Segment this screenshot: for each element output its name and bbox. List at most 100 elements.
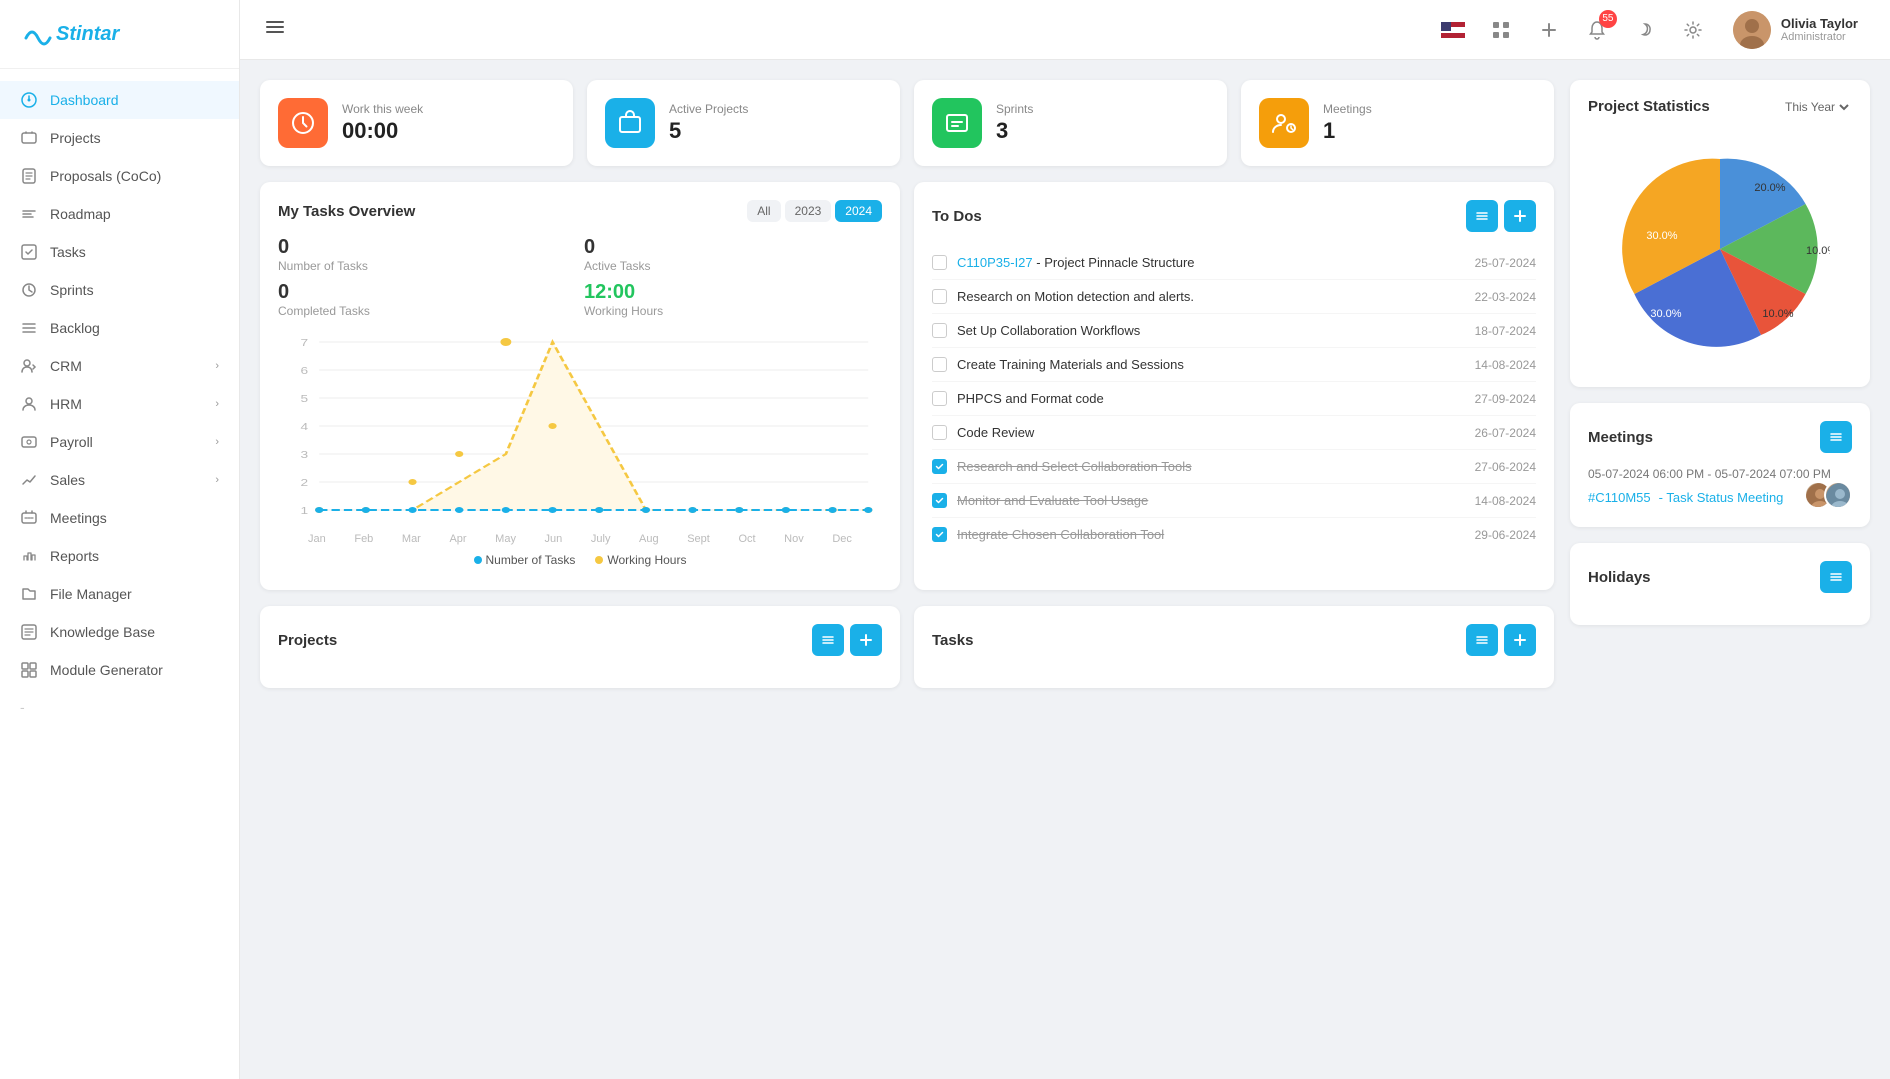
month-july: July xyxy=(591,533,611,545)
todo-item-1: Research on Motion detection and alerts.… xyxy=(932,280,1536,314)
sales-icon xyxy=(20,471,38,489)
sidebar-item-dashboard[interactable]: Dashboard xyxy=(0,81,239,119)
todo-date-5: 26-07-2024 xyxy=(1475,426,1536,440)
tasks-card: Tasks xyxy=(914,606,1554,688)
todo-checkbox-4[interactable] xyxy=(932,391,947,406)
content-main: Work this week 00:00 Active Projects 5 xyxy=(260,80,1554,1059)
file-manager-icon xyxy=(20,585,38,603)
month-sept: Sept xyxy=(687,533,710,545)
notification-icon[interactable]: 55 xyxy=(1581,14,1613,46)
todo-checkbox-0[interactable] xyxy=(932,255,947,270)
hamburger-button[interactable] xyxy=(264,16,286,43)
pie-chart: 20.0% 10.0% 10.0% 30.0% 30.0% xyxy=(1588,129,1852,369)
payroll-icon xyxy=(20,433,38,451)
svg-text:20.0%: 20.0% xyxy=(1754,182,1785,194)
meeting-title-0: #C110M55 - Task Status Meeting xyxy=(1588,490,1783,505)
tasks-add-btn[interactable] xyxy=(1504,624,1536,656)
theme-icon[interactable] xyxy=(1629,14,1661,46)
svg-text:2: 2 xyxy=(301,477,309,489)
todo-checkbox-7[interactable] xyxy=(932,493,947,508)
svg-text:1: 1 xyxy=(301,505,309,517)
filter-all-btn[interactable]: All xyxy=(747,200,780,222)
sprints-stat-value: 3 xyxy=(996,118,1033,144)
sidebar-item-meetings[interactable]: Meetings xyxy=(0,499,239,537)
tasks-card-header: Tasks xyxy=(932,624,1536,656)
filter-2023-btn[interactable]: 2023 xyxy=(785,200,832,222)
legend-tasks: Number of Tasks xyxy=(474,553,576,567)
svg-text:10.0%: 10.0% xyxy=(1762,308,1793,320)
working-hours-value: 12:00 xyxy=(584,281,882,304)
sidebar-item-roadmap[interactable]: Roadmap xyxy=(0,195,239,233)
sidebar-item-misc[interactable]: - xyxy=(0,689,239,725)
module-generator-icon xyxy=(20,661,38,679)
meetings-stat-icon xyxy=(1259,98,1309,148)
sidebar-item-crm[interactable]: CRM › xyxy=(0,347,239,385)
month-dec: Dec xyxy=(832,533,852,545)
projects-add-btn[interactable] xyxy=(850,624,882,656)
sidebar-label-projects: Projects xyxy=(50,130,101,146)
todo-checkbox-2[interactable] xyxy=(932,323,947,338)
project-stats-filter[interactable]: This Year xyxy=(1781,99,1852,115)
stat-card-meetings: Meetings 1 xyxy=(1241,80,1554,166)
todos-header: To Dos xyxy=(932,200,1536,232)
holidays-list-btn[interactable] xyxy=(1820,561,1852,593)
sidebar-item-module-generator[interactable]: Module Generator xyxy=(0,651,239,689)
settings-icon[interactable] xyxy=(1677,14,1709,46)
todos-title: To Dos xyxy=(932,208,982,225)
month-apr: Apr xyxy=(449,533,466,545)
sidebar-label-sales: Sales xyxy=(50,472,85,488)
todos-list-btn[interactable] xyxy=(1466,200,1498,232)
reports-icon xyxy=(20,547,38,565)
todo-checkbox-3[interactable] xyxy=(932,357,947,372)
todo-checkbox-8[interactable] xyxy=(932,527,947,542)
user-menu[interactable]: Olivia Taylor Administrator xyxy=(1725,7,1866,53)
tasks-list-btn[interactable] xyxy=(1466,624,1498,656)
sidebar-item-backlog[interactable]: Backlog xyxy=(0,309,239,347)
month-jan: Jan xyxy=(308,533,326,545)
stat-card-work: Work this week 00:00 xyxy=(260,80,573,166)
todo-checkbox-5[interactable] xyxy=(932,425,947,440)
sprints-stat-label: Sprints xyxy=(996,102,1033,116)
todo-item-0: C110P35-I27 - Project Pinnacle Structure… xyxy=(932,246,1536,280)
sidebar-item-tasks[interactable]: Tasks xyxy=(0,233,239,271)
sidebar-label-knowledge-base: Knowledge Base xyxy=(50,624,155,640)
work-icon xyxy=(278,98,328,148)
sidebar-item-proposals[interactable]: Proposals (CoCo) xyxy=(0,157,239,195)
active-tasks-value: 0 xyxy=(584,236,882,259)
content-right: Project Statistics This Year xyxy=(1570,80,1870,1059)
filter-2024-btn[interactable]: 2024 xyxy=(835,200,882,222)
meetings-list-btn[interactable] xyxy=(1820,421,1852,453)
sidebar-item-hrm[interactable]: HRM › xyxy=(0,385,239,423)
apps-icon[interactable] xyxy=(1485,14,1517,46)
stat-cards: Work this week 00:00 Active Projects 5 xyxy=(260,80,1554,166)
chart-container: 7 6 5 4 3 2 1 xyxy=(278,332,882,572)
add-icon[interactable] xyxy=(1533,14,1565,46)
sidebar-item-sales[interactable]: Sales › xyxy=(0,461,239,499)
avatar xyxy=(1733,11,1771,49)
holidays-card: Holidays xyxy=(1570,543,1870,625)
todo-date-2: 18-07-2024 xyxy=(1475,324,1536,338)
sidebar-label-sprints: Sprints xyxy=(50,282,94,298)
todo-checkbox-6[interactable] xyxy=(932,459,947,474)
todo-link-0[interactable]: C110P35-I27 xyxy=(957,255,1033,270)
projects-list-btn[interactable] xyxy=(812,624,844,656)
sidebar-label-proposals: Proposals (CoCo) xyxy=(50,168,161,184)
sidebar-item-file-manager[interactable]: File Manager xyxy=(0,575,239,613)
meeting-link-0[interactable]: #C110M55 xyxy=(1588,490,1651,505)
tasks-card-title: Tasks xyxy=(932,632,973,649)
working-hours-label: Working Hours xyxy=(584,304,882,318)
sidebar-item-knowledge-base[interactable]: Knowledge Base xyxy=(0,613,239,651)
active-tasks-label: Active Tasks xyxy=(584,259,882,273)
sidebar-label-dashboard: Dashboard xyxy=(50,92,119,108)
sidebar-item-reports[interactable]: Reports xyxy=(0,537,239,575)
sidebar-item-projects[interactable]: Projects xyxy=(0,119,239,157)
roadmap-icon xyxy=(20,205,38,223)
flag-icon[interactable] xyxy=(1437,14,1469,46)
sidebar-item-payroll[interactable]: Payroll › xyxy=(0,423,239,461)
todo-checkbox-1[interactable] xyxy=(932,289,947,304)
todos-add-btn[interactable] xyxy=(1504,200,1536,232)
sprints-icon xyxy=(20,281,38,299)
tasks-overview-header: My Tasks Overview All 2023 2024 xyxy=(278,200,882,222)
sidebar-item-sprints[interactable]: Sprints xyxy=(0,271,239,309)
content: Work this week 00:00 Active Projects 5 xyxy=(240,60,1890,1079)
